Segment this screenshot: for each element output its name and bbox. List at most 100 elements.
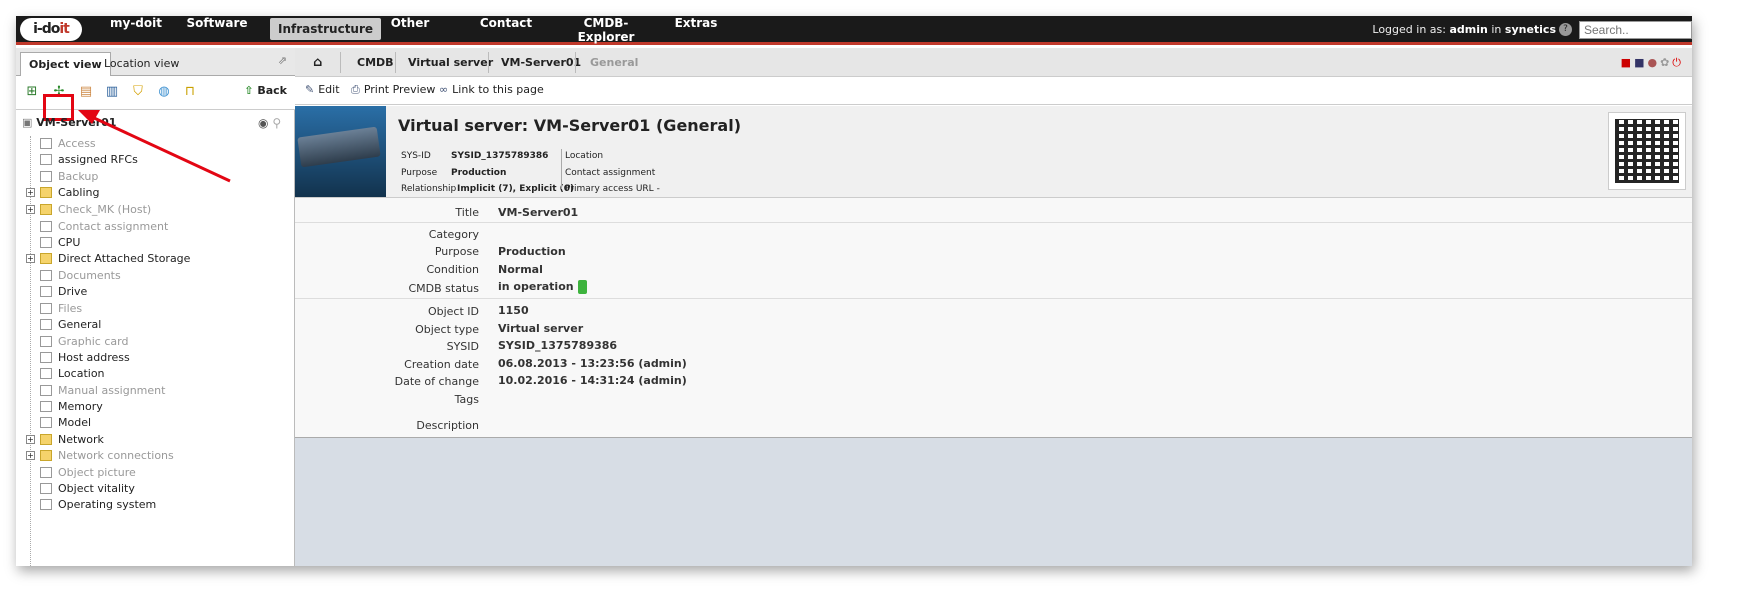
tree-item-label: Contact assignment xyxy=(58,220,169,233)
field-value-object-id: 1150 xyxy=(498,304,529,317)
tree-item-label: assigned RFCs xyxy=(58,153,138,166)
field-label: SYSID xyxy=(446,340,479,353)
tree-item-label: Memory xyxy=(58,400,103,413)
breadcrumb-current: General xyxy=(590,56,639,69)
object-header: Virtual server: VM-Server01 (General) SY… xyxy=(295,106,1692,198)
link-to-page-button[interactable]: ∞ Link to this page xyxy=(439,83,544,96)
shield-icon[interactable]: ⛉ xyxy=(130,84,146,100)
field-label: Date of change xyxy=(394,375,479,388)
tree-root[interactable]: ▣ VM-Server01 xyxy=(22,116,116,132)
document-icon xyxy=(40,467,52,478)
power-icon[interactable]: ⏻ xyxy=(1672,56,1684,69)
document-icon xyxy=(40,368,52,379)
search-input[interactable] xyxy=(1579,21,1692,39)
field-label: Category xyxy=(428,228,479,241)
user-icon[interactable]: ● xyxy=(1647,56,1660,69)
header-sysid: SYS-ID SYSID_1375789386 xyxy=(401,151,549,161)
tree-item-label: Manual assignment xyxy=(58,384,166,397)
folder-icon xyxy=(40,187,52,198)
left-panel: Object view Location view ⇗ ⊞ ✢ ▤ ▥ ⛉ ◍ … xyxy=(16,48,295,566)
breadcrumb-item[interactable]: VM-Server01 xyxy=(501,48,581,77)
document-icon xyxy=(40,319,52,330)
tree-item-label: Access xyxy=(58,137,96,150)
nav-cmdb-explorer[interactable]: CMDB-Explorer xyxy=(556,16,656,44)
breadcrumb-item[interactable]: CMDB xyxy=(357,48,394,77)
book-icon[interactable]: ▥ xyxy=(104,84,120,100)
tree-item-label: General xyxy=(58,318,102,331)
app-window: i-doit my-doit Software Infrastructure O… xyxy=(16,16,1692,566)
print-preview-button[interactable]: ⎙ Print Preview xyxy=(351,83,435,97)
popout-icon[interactable]: ⇗ xyxy=(278,54,287,67)
document-icon xyxy=(40,352,52,363)
i-doit-logo[interactable]: i-doit xyxy=(20,18,82,41)
divider xyxy=(295,222,1692,223)
magnifier-icon[interactable]: ⚲ xyxy=(272,116,281,130)
document-icon xyxy=(40,154,52,165)
expand-icon[interactable]: + xyxy=(26,188,35,197)
globe-icon[interactable]: ◍ xyxy=(156,84,172,100)
expand-icon[interactable]: + xyxy=(26,451,35,460)
tree-item-label: Check_MK (Host) xyxy=(58,203,152,216)
up-arrow-icon: ⇧ xyxy=(244,84,254,97)
document-icon xyxy=(40,286,52,297)
document-icon xyxy=(40,401,52,412)
nav-contact[interactable]: Contact xyxy=(471,16,541,42)
nav-infrastructure[interactable]: Infrastructure xyxy=(270,18,382,40)
tree-item-label: Network xyxy=(58,433,104,446)
divider xyxy=(395,52,396,73)
lock-icon[interactable]: ⊓ xyxy=(182,84,198,100)
home-icon[interactable]: ⌂ xyxy=(313,48,322,77)
document-icon xyxy=(40,385,52,396)
tree-item-label: Operating system xyxy=(58,498,157,511)
object-picture xyxy=(295,106,386,197)
list-icon[interactable]: ▤ xyxy=(78,84,94,100)
expand-icon[interactable]: + xyxy=(26,254,35,263)
nav-my-doit[interactable]: my-doit xyxy=(96,16,176,42)
flag-us-icon[interactable]: ■ xyxy=(1634,56,1647,69)
field-value-date-of-change: 10.02.2016 - 14:31:24 (admin) xyxy=(498,374,687,387)
tree-item-label: Location xyxy=(58,367,105,380)
expand-icon[interactable]: + xyxy=(26,205,35,214)
field-label: Object type xyxy=(415,323,479,336)
field-label: Object ID xyxy=(427,305,479,318)
tree-guide-line xyxy=(30,136,31,566)
document-icon xyxy=(40,270,52,281)
help-icon[interactable]: ? xyxy=(1559,23,1572,36)
tab-location-view[interactable]: Location view xyxy=(96,52,187,76)
server-icon: ▣ xyxy=(22,116,33,129)
tree-item-label: Cabling xyxy=(58,186,100,199)
field-label: Purpose xyxy=(434,245,479,258)
nav-software[interactable]: Software xyxy=(181,16,253,42)
field-value-purpose: Production xyxy=(498,245,566,258)
back-button[interactable]: ⇧ Back xyxy=(244,84,287,97)
tree-item-label: CPU xyxy=(58,236,81,249)
gear-icon[interactable]: ✿ xyxy=(1660,56,1672,69)
folder-icon xyxy=(40,450,52,461)
field-value-object-type: Virtual server xyxy=(498,322,584,335)
divider xyxy=(295,298,1692,299)
expand-icon[interactable]: + xyxy=(26,435,35,444)
status-indicator xyxy=(577,280,587,294)
field-label: Description xyxy=(416,419,479,432)
breadcrumb-item[interactable]: Virtual server xyxy=(408,48,493,77)
tree-item-label: Network connections xyxy=(58,449,174,462)
field-value-creation-date: 06.08.2013 - 13:23:56 (admin) xyxy=(498,357,687,370)
field-label: Title xyxy=(455,206,479,219)
divider xyxy=(575,52,576,73)
qr-code[interactable] xyxy=(1608,112,1686,190)
tree-item-label: Host address xyxy=(58,351,130,364)
view-toggle-icons[interactable]: ◉ ⚲ xyxy=(258,116,281,130)
nav-other[interactable]: Other xyxy=(376,16,444,42)
field-value-condition: Normal xyxy=(498,263,543,276)
general-fields: Title VM-Server01 Category Purpose Produ… xyxy=(295,198,1692,438)
flag-de-icon[interactable]: ■ xyxy=(1621,56,1634,69)
tree-item-label: Backup xyxy=(58,170,99,183)
tree-item-label: Object picture xyxy=(58,466,136,479)
nav-extras[interactable]: Extras xyxy=(666,16,726,42)
language-and-settings-icons: ■■●✿⏻ xyxy=(1621,56,1684,70)
tree-structure-icon[interactable]: ⊞ xyxy=(24,84,40,100)
eye-icon[interactable]: ◉ xyxy=(258,116,268,130)
divider xyxy=(561,149,562,189)
login-info: Logged in as: admin in synetics xyxy=(1372,23,1556,36)
edit-button[interactable]: ✎ Edit xyxy=(305,83,340,96)
